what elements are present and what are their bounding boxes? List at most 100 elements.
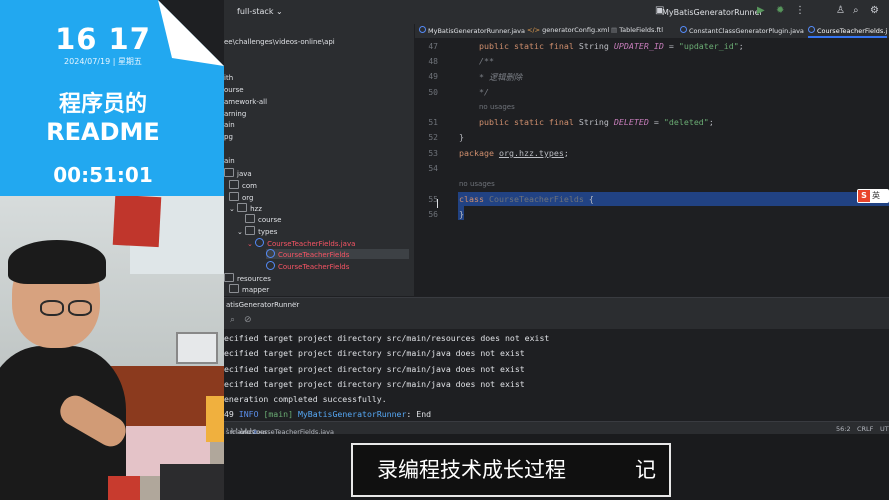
tree-item-label: types bbox=[258, 228, 278, 236]
tree-item[interactable]: arning bbox=[224, 110, 246, 118]
tab-label: ConstantClassGeneratorPlugin.java bbox=[689, 27, 804, 35]
tree-item-hzz[interactable]: ⌄ hzz bbox=[229, 203, 262, 213]
class-icon bbox=[266, 261, 275, 270]
tab-constant-plugin[interactable]: ConstantClassGeneratorPlugin.java bbox=[680, 26, 804, 35]
tab-mybatis-runner[interactable]: MyBatisGeneratorRunner.java bbox=[419, 26, 525, 35]
log-thread: [main] bbox=[263, 409, 298, 419]
class-icon bbox=[419, 26, 426, 33]
tree-item[interactable]: amework-all bbox=[224, 98, 267, 106]
tree-item[interactable]: ain bbox=[224, 157, 235, 165]
folder-icon bbox=[229, 180, 239, 189]
cursor-position[interactable]: 56:2 bbox=[836, 425, 851, 433]
code-line-56: } bbox=[459, 209, 464, 219]
tree-item-org[interactable]: org bbox=[229, 192, 253, 202]
tree-item-java[interactable]: java bbox=[224, 168, 252, 178]
tab-label: generatorConfig.xml bbox=[542, 26, 610, 34]
text-cursor bbox=[437, 199, 438, 208]
console-text: 49 bbox=[224, 409, 234, 419]
code-operator: = bbox=[648, 117, 664, 127]
class-icon bbox=[680, 26, 687, 33]
debug-icon[interactable]: ✹ bbox=[776, 5, 784, 16]
tree-item-label: com bbox=[242, 182, 257, 190]
code-line-52: } bbox=[459, 132, 464, 142]
line-number: 51 bbox=[428, 118, 438, 127]
code-punct: { bbox=[583, 194, 594, 204]
tree-item[interactable]: pg bbox=[224, 133, 233, 141]
user-icon[interactable]: ♙ bbox=[836, 5, 845, 16]
tree-item-mapper[interactable]: mapper bbox=[229, 284, 269, 294]
tree-item-label: course bbox=[258, 216, 282, 224]
clear-icon[interactable]: ⊘ bbox=[244, 315, 252, 325]
usages-hint[interactable]: no usages bbox=[459, 180, 495, 188]
code-operator: = bbox=[663, 41, 679, 51]
tree-item[interactable]: ith bbox=[224, 74, 233, 82]
file-icon: ▤ bbox=[611, 26, 618, 34]
subtitle-caption: 录编程技术成长过程 记 bbox=[351, 443, 671, 497]
tree-item-label: java bbox=[237, 170, 252, 178]
log-class: MyBatisGeneratorRunner bbox=[297, 409, 407, 419]
breadcrumb: src › main › java › org › hzz › types › … bbox=[226, 425, 334, 436]
line-number: 48 bbox=[428, 57, 438, 66]
tree-item-com[interactable]: com bbox=[229, 180, 257, 190]
tab-table-fields[interactable]: ▤ TableFields.ftl bbox=[611, 26, 663, 34]
line-number: 53 bbox=[428, 149, 438, 158]
tree-item-label: CourseTeacherFields.java bbox=[267, 240, 356, 248]
tree-item-class[interactable]: CourseTeacherFields bbox=[266, 261, 349, 271]
search-icon[interactable]: ⌕ bbox=[853, 5, 859, 16]
folder-icon bbox=[245, 214, 255, 223]
class-icon bbox=[255, 238, 265, 247]
tab-generator-config[interactable]: </> generatorConfig.xml bbox=[527, 26, 609, 34]
code-keyword: package bbox=[459, 148, 499, 158]
code-punct: ; bbox=[738, 41, 744, 51]
class-icon bbox=[266, 249, 275, 258]
tab-course-teacher-fields[interactable]: CourseTeacherFields.j bbox=[808, 26, 888, 38]
tab-label: TableFields.ftl bbox=[619, 26, 664, 34]
tree-item-types[interactable]: ⌄ types bbox=[237, 226, 277, 236]
settings-icon[interactable]: ⚙ bbox=[870, 5, 879, 16]
clock-widget: 16 17 2024/07/19 | 星期五 程序员的 README 00:51… bbox=[0, 0, 224, 196]
close-icon[interactable]: × bbox=[292, 300, 298, 308]
ime-indicator[interactable]: S英 bbox=[857, 189, 889, 203]
tree-item-resources[interactable]: resources bbox=[224, 273, 271, 283]
person-hair bbox=[8, 240, 106, 284]
file-encoding[interactable]: UTF bbox=[880, 425, 889, 433]
folder-icon bbox=[224, 273, 234, 282]
more-icon[interactable]: ⋮ bbox=[795, 5, 805, 16]
run-tab[interactable]: atisGeneratorRunner bbox=[226, 301, 299, 309]
code-type: String bbox=[578, 41, 614, 51]
elapsed-timer: 00:51:01 bbox=[53, 163, 153, 187]
code-class-name: CourseTeacherFields bbox=[488, 194, 584, 204]
console-line-last: 49 INFO [main] MyBatisGeneratorRunner: E… bbox=[224, 409, 431, 419]
class-icon bbox=[808, 26, 815, 33]
channel-title-line1: 程序员的 bbox=[58, 92, 147, 117]
ime-logo-icon: S bbox=[858, 190, 870, 202]
xml-icon: </> bbox=[527, 26, 541, 34]
bottle bbox=[206, 396, 224, 442]
channel-title-line2: README bbox=[46, 118, 160, 146]
ime-label: 英 bbox=[872, 191, 880, 200]
tree-item[interactable]: ourse bbox=[224, 86, 244, 94]
run-config-selector[interactable]: MyBatisGeneratorRunner bbox=[662, 8, 763, 17]
tree-item-class-selected[interactable]: CourseTeacherFields bbox=[266, 249, 409, 259]
tree-item-course[interactable]: course bbox=[245, 214, 281, 224]
project-selector[interactable]: full-stack ⌄ bbox=[237, 7, 283, 16]
run-icon[interactable]: ▶ bbox=[757, 5, 765, 16]
tree-item-label: resources bbox=[237, 275, 271, 283]
console-line: ecified target project directory src/mai… bbox=[224, 379, 525, 389]
tree-item-label: CourseTeacherFields bbox=[278, 263, 350, 271]
line-number: 54 bbox=[428, 164, 438, 173]
code-keyword: public static final bbox=[479, 117, 579, 127]
caption-tail: 记 bbox=[635, 458, 656, 482]
line-separator[interactable]: CRLF bbox=[857, 425, 873, 433]
code-punct: ; bbox=[708, 117, 714, 127]
run-toolbar: ⌕ ⊘ bbox=[224, 311, 889, 329]
search-icon[interactable]: ⌕ bbox=[230, 315, 235, 325]
tree-item[interactable]: ain bbox=[224, 121, 235, 129]
code-keyword: class bbox=[459, 194, 489, 204]
log-level: INFO bbox=[233, 409, 264, 419]
code-line-55: class CourseTeacherFields { bbox=[459, 194, 594, 204]
tree-item-java-file[interactable]: ⌄ CourseTeacherFields.java bbox=[247, 238, 355, 248]
usages-hint[interactable]: no usages bbox=[479, 103, 515, 111]
code-package: org.hzz.types bbox=[498, 148, 564, 158]
folder-icon bbox=[237, 203, 248, 212]
